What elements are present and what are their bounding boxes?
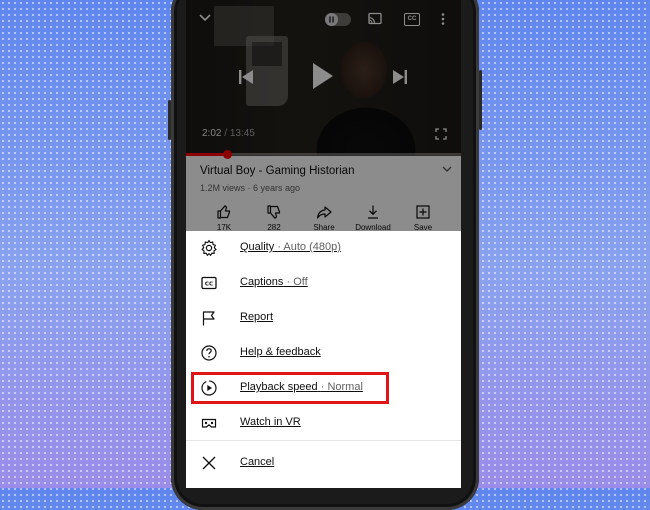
- watch-vr-label: Watch in VR: [240, 416, 301, 428]
- download-button[interactable]: Download: [353, 204, 393, 232]
- help-circle-icon: [201, 345, 217, 361]
- phone-screen: CC 2:02 / 13:45 Virtual Boy - Gaming His…: [186, 0, 461, 488]
- video-background-object: [214, 6, 274, 46]
- current-time: 2:02: [202, 128, 222, 139]
- gear-icon: [201, 239, 217, 256]
- playback-speed-icon: [201, 380, 217, 396]
- video-duration: 13:45: [229, 128, 255, 139]
- like-button[interactable]: 17K: [204, 204, 244, 232]
- flag-icon: [202, 311, 215, 326]
- captions-button[interactable]: CC: [404, 13, 420, 26]
- menu-item-playback-speed[interactable]: Playback speed · Normal: [186, 371, 461, 406]
- playback-speed-value: · Normal: [320, 381, 363, 393]
- cancel-label: Cancel: [240, 456, 275, 468]
- progress-scrubber[interactable]: [223, 150, 232, 159]
- dislike-button[interactable]: 282: [254, 204, 294, 232]
- more-options-icon[interactable]: [440, 12, 446, 26]
- quality-label: Quality · Auto (480p): [240, 241, 341, 253]
- share-icon: [316, 206, 332, 219]
- menu-item-quality[interactable]: Quality · Auto (480p): [186, 231, 461, 266]
- video-meta: 1.2M views · 6 years ago: [200, 183, 300, 193]
- video-title[interactable]: Virtual Boy - Gaming Historian: [200, 165, 354, 177]
- quality-text: Quality: [240, 241, 275, 253]
- playback-speed-text: Playback speed: [240, 381, 318, 393]
- phone-side-button: [479, 70, 482, 130]
- time-separator: /: [221, 128, 230, 139]
- expand-description-icon[interactable]: [441, 164, 453, 174]
- menu-divider: [186, 440, 461, 441]
- upload-age: 6 years ago: [253, 183, 301, 193]
- phone-side-button: [168, 100, 171, 140]
- meta-dot: ·: [245, 183, 254, 193]
- next-video-icon[interactable]: [392, 68, 408, 86]
- menu-item-captions[interactable]: CC Captions · Off: [186, 266, 461, 301]
- progress-fill: [186, 153, 227, 156]
- closed-captions-icon: CC: [201, 276, 217, 290]
- captions-value: · Off: [286, 276, 308, 288]
- playback-speed-label: Playback speed · Normal: [240, 381, 363, 393]
- vr-headset-icon: [201, 418, 217, 428]
- quality-value: · Auto (480p): [277, 241, 341, 253]
- captions-text: Captions: [240, 276, 284, 288]
- options-bottom-sheet: Quality · Auto (480p) CC Captions · Off …: [186, 231, 461, 488]
- pause-icon: [329, 16, 334, 23]
- previous-video-icon[interactable]: [238, 68, 254, 86]
- autoplay-toggle-knob: [325, 13, 338, 26]
- save-icon: [416, 205, 430, 219]
- menu-item-help-feedback[interactable]: Help & feedback: [186, 336, 461, 371]
- captions-label: Captions · Off: [240, 276, 308, 288]
- help-feedback-label: Help & feedback: [240, 346, 321, 358]
- fullscreen-icon[interactable]: [435, 128, 447, 140]
- collapse-chevron-icon[interactable]: [198, 12, 212, 24]
- share-button[interactable]: Share: [304, 204, 344, 232]
- menu-item-watch-vr[interactable]: Watch in VR: [186, 406, 461, 441]
- close-icon: [202, 456, 216, 470]
- report-label: Report: [240, 311, 274, 323]
- play-icon[interactable]: [312, 62, 334, 90]
- menu-item-report[interactable]: Report: [186, 301, 461, 336]
- autoplay-toggle[interactable]: [325, 13, 351, 26]
- menu-item-cancel[interactable]: Cancel: [186, 446, 461, 481]
- thumbs-up-icon: [217, 205, 231, 219]
- video-time: 2:02 / 13:45: [202, 128, 255, 139]
- cast-icon[interactable]: [367, 12, 383, 26]
- video-info-panel: Virtual Boy - Gaming Historian 1.2M view…: [186, 156, 461, 236]
- svg-text:CC: CC: [205, 282, 213, 288]
- thumbs-down-icon: [267, 205, 281, 219]
- view-count: 1.2M views: [200, 183, 246, 193]
- save-button[interactable]: Save: [403, 204, 443, 232]
- download-icon: [368, 205, 378, 219]
